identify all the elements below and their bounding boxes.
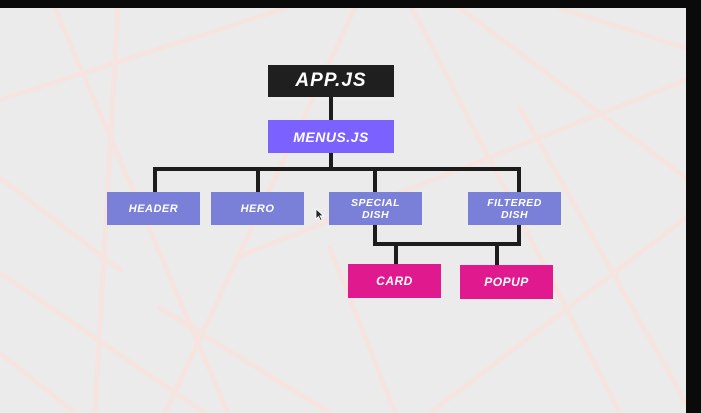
- node-hero-label: HERO: [240, 202, 275, 215]
- node-app-js: APP.JS: [268, 65, 394, 97]
- node-menus-js-label: MENUS.JS: [293, 128, 369, 145]
- node-popup-label: POPUP: [484, 275, 529, 289]
- node-card-label: CARD: [376, 274, 413, 288]
- node-filtered-dish: FILTERED DISH: [468, 192, 561, 225]
- node-filtered-dish-line1: FILTERED: [487, 196, 542, 209]
- node-hero: HERO: [211, 192, 304, 225]
- node-menus-js: MENUS.JS: [268, 120, 394, 153]
- node-filtered-dish-line2: DISH: [500, 208, 529, 221]
- mouse-pointer-icon: [315, 208, 325, 222]
- diagram-canvas: APP.JS MENUS.JS HEADER HERO SPECIAL DISH…: [0, 8, 686, 413]
- node-special-dish-line1: SPECIAL: [350, 196, 400, 209]
- node-special-dish: SPECIAL DISH: [329, 192, 422, 225]
- node-card: CARD: [348, 264, 441, 298]
- node-header: HEADER: [107, 192, 200, 225]
- node-special-dish-line2: DISH: [361, 208, 390, 221]
- screen-edge: [686, 8, 701, 413]
- node-header-label: HEADER: [128, 202, 179, 215]
- node-app-js-label: APP.JS: [295, 70, 367, 91]
- node-popup: POPUP: [460, 265, 553, 299]
